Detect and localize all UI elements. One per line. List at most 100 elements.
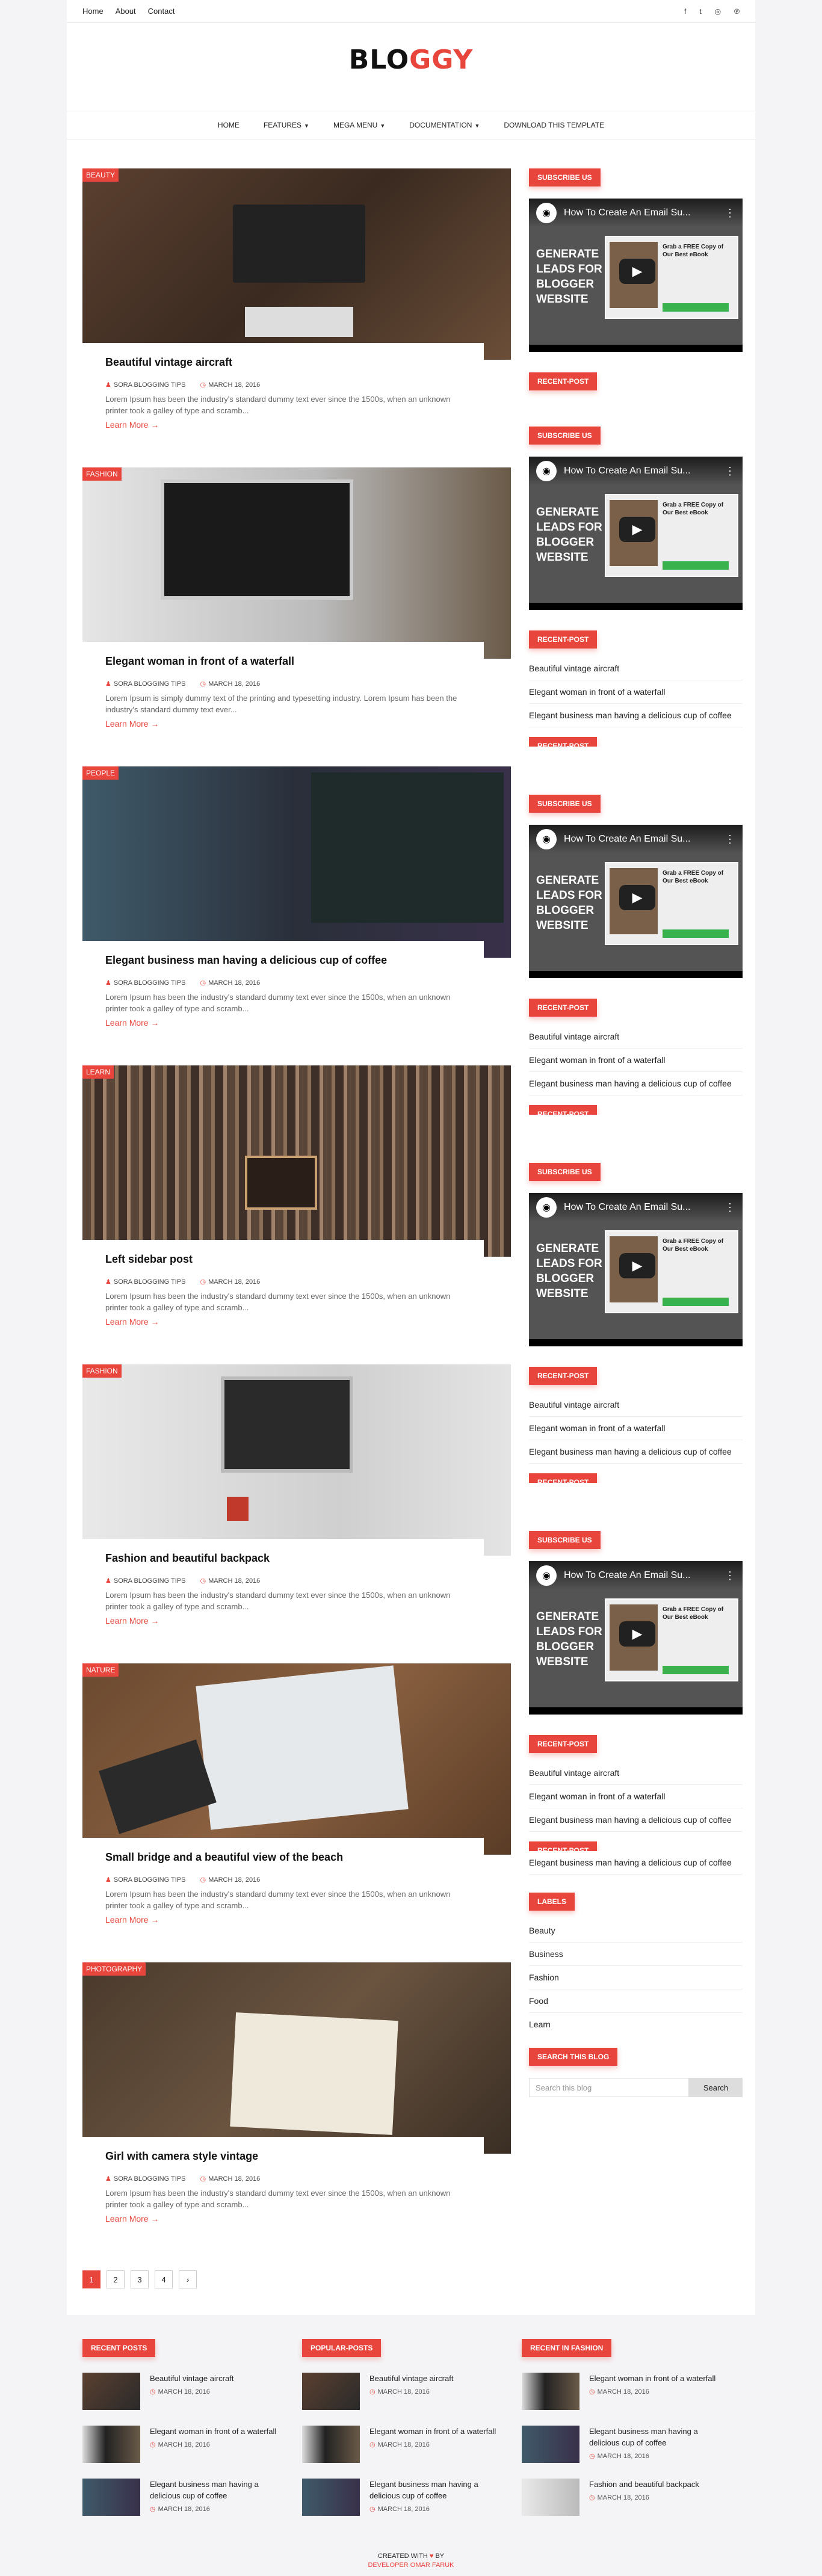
search-heading: SEARCH THIS BLOG bbox=[529, 2048, 618, 2066]
learn-more-link[interactable]: Learn More → bbox=[105, 2214, 159, 2223]
site-logo[interactable]: BLOGGY bbox=[67, 23, 755, 111]
more-vert-icon[interactable]: ⋮ bbox=[725, 207, 735, 220]
post-title[interactable]: Elegant woman in front of a waterfall bbox=[105, 655, 461, 668]
page-1[interactable]: 1 bbox=[82, 2270, 100, 2288]
post-thumbnail[interactable] bbox=[82, 1663, 511, 1855]
twitter-icon[interactable]: t bbox=[699, 7, 701, 16]
video-embed[interactable]: ◉ How To Create An Email Su... ⋮ GENERATE … bbox=[529, 1193, 743, 1346]
post-thumbnail[interactable] bbox=[82, 1065, 511, 1257]
recent-post-item[interactable]: Elegant business man having a delicious … bbox=[529, 1808, 743, 1832]
nav-item-mega-menu[interactable]: MEGA MENU ▼ bbox=[333, 121, 385, 129]
recent-post-item[interactable]: Beautiful vintage aircraft bbox=[529, 657, 743, 680]
recent-post-item[interactable]: Elegant business man having a delicious … bbox=[529, 704, 743, 727]
nav-label: FEATURES bbox=[263, 121, 302, 129]
post-tag[interactable]: BEAUTY bbox=[82, 168, 119, 182]
facebook-icon[interactable]: f bbox=[684, 7, 686, 16]
footer-item[interactable]: Elegant business man having a delicious … bbox=[522, 2426, 726, 2463]
learn-more-link[interactable]: Learn More → bbox=[105, 1018, 159, 1028]
video-embed[interactable]: ◉ How To Create An Email Su... ⋮ GENERATE … bbox=[529, 825, 743, 978]
recent-post-item[interactable]: Elegant woman in front of a waterfall bbox=[529, 1049, 743, 1072]
learn-more-link[interactable]: Learn More → bbox=[105, 1317, 159, 1327]
nav-item-documentation[interactable]: DOCUMENTATION ▼ bbox=[409, 121, 480, 129]
recent-post-item[interactable]: Elegant woman in front of a waterfall bbox=[529, 1785, 743, 1808]
nav-item-download[interactable]: DOWNLOAD THIS TEMPLATE bbox=[504, 121, 604, 129]
play-button-icon[interactable]: ▶ bbox=[619, 1253, 655, 1278]
post-tag[interactable]: PHOTOGRAPHY bbox=[82, 1962, 146, 1976]
recent-post-item[interactable]: Elegant business man having a delicious … bbox=[529, 1072, 743, 1095]
footer-thumb bbox=[82, 2426, 140, 2463]
recent-post-item[interactable]: Elegant woman in front of a waterfall bbox=[529, 680, 743, 704]
user-icon: ♟ bbox=[105, 979, 111, 987]
video-embed[interactable]: ◉ How To Create An Email Su... ⋮ GENERATE … bbox=[529, 457, 743, 610]
search-input[interactable]: Search this blog bbox=[529, 2078, 689, 2097]
search-button[interactable]: Search bbox=[689, 2078, 743, 2097]
post-tag[interactable]: FASHION bbox=[82, 467, 122, 481]
post-thumbnail[interactable] bbox=[82, 1364, 511, 1556]
post-title[interactable]: Girl with camera style vintage bbox=[105, 2150, 461, 2163]
label-item[interactable]: Food bbox=[529, 1989, 743, 2013]
post-tag[interactable]: NATURE bbox=[82, 1663, 119, 1677]
clock-icon: ◷ bbox=[369, 2506, 375, 2513]
page-3[interactable]: 3 bbox=[131, 2270, 149, 2288]
post-tag[interactable]: LEARN bbox=[82, 1065, 114, 1079]
footer-item[interactable]: Elegant business man having a delicious … bbox=[302, 2479, 507, 2516]
nav-item-features[interactable]: FEATURES ▼ bbox=[264, 121, 309, 129]
post-thumbnail[interactable] bbox=[82, 467, 511, 659]
learn-more-link[interactable]: Learn More → bbox=[105, 1616, 159, 1625]
play-button-icon[interactable]: ▶ bbox=[619, 885, 655, 910]
learn-more-link[interactable]: Learn More → bbox=[105, 420, 159, 430]
nav-item-home[interactable]: HOME bbox=[218, 121, 239, 129]
recent-post-item[interactable]: Elegant woman in front of a waterfall bbox=[529, 1417, 743, 1440]
more-vert-icon[interactable]: ⋮ bbox=[725, 1570, 735, 1582]
footer-thumb bbox=[302, 2373, 360, 2410]
play-button-icon[interactable]: ▶ bbox=[619, 1621, 655, 1647]
footer-item[interactable]: Fashion and beautiful backpack ◷ MARCH 18,… bbox=[522, 2479, 726, 2516]
more-vert-icon[interactable]: ⋮ bbox=[725, 833, 735, 846]
recent-post-item[interactable]: Elegant business man having a delicious … bbox=[529, 1440, 743, 1464]
post-title[interactable]: Fashion and beautiful backpack bbox=[105, 1552, 461, 1565]
recent-post-item[interactable]: Beautiful vintage aircraft bbox=[529, 1025, 743, 1049]
post-title[interactable]: Elegant business man having a delicious … bbox=[105, 954, 461, 967]
footer-item[interactable]: Beautiful vintage aircraft ◷ MARCH 18, 201… bbox=[302, 2373, 507, 2410]
page-4[interactable]: 4 bbox=[155, 2270, 173, 2288]
top-nav-about[interactable]: About bbox=[116, 7, 136, 16]
page-2[interactable]: 2 bbox=[107, 2270, 125, 2288]
video-embed[interactable]: ◉ How To Create An Email Su... ⋮ GENERATE … bbox=[529, 1561, 743, 1715]
footer-item[interactable]: Elegant woman in front of a waterfall ◷ MA… bbox=[522, 2373, 726, 2410]
play-button-icon[interactable]: ▶ bbox=[619, 517, 655, 542]
video-embed[interactable]: ◉ How To Create An Email Su... ⋮ GENERATE … bbox=[529, 199, 743, 352]
top-nav-home[interactable]: Home bbox=[82, 7, 104, 16]
more-vert-icon[interactable]: ⋮ bbox=[725, 1201, 735, 1214]
footer-item[interactable]: Elegant woman in front of a waterfall ◷ MA… bbox=[82, 2426, 287, 2463]
label-item[interactable]: Fashion bbox=[529, 1966, 743, 1989]
recent-post-item[interactable]: Beautiful vintage aircraft bbox=[529, 1393, 743, 1417]
pinterest-icon[interactable]: ℗ bbox=[734, 7, 740, 16]
post-tag[interactable]: FASHION bbox=[82, 1364, 122, 1378]
footer-item[interactable]: Elegant business man having a delicious … bbox=[82, 2479, 287, 2516]
post-thumbnail[interactable] bbox=[82, 766, 511, 958]
ebook-text: Grab a FREE Copy of Our Best eBook bbox=[663, 244, 724, 258]
next-page-button[interactable]: › bbox=[179, 2270, 197, 2288]
post-title[interactable]: Small bridge and a beautiful view of the… bbox=[105, 1851, 461, 1864]
learn-more-link[interactable]: Learn More → bbox=[105, 1915, 159, 1924]
footer-item[interactable]: Elegant woman in front of a waterfall ◷ MA… bbox=[302, 2426, 507, 2463]
learn-more-link[interactable]: Learn More → bbox=[105, 719, 159, 729]
post-card-body: Elegant business man having a delicious … bbox=[82, 941, 484, 1049]
label-item[interactable]: Business bbox=[529, 1943, 743, 1966]
post-title[interactable]: Beautiful vintage aircraft bbox=[105, 356, 461, 369]
label-item[interactable]: Beauty bbox=[529, 1919, 743, 1943]
post-thumbnail[interactable] bbox=[82, 168, 511, 360]
instagram-icon[interactable]: ◎ bbox=[715, 7, 721, 16]
post-title[interactable]: Left sidebar post bbox=[105, 1253, 461, 1266]
date-text: MARCH 18, 2016 bbox=[208, 1278, 261, 1286]
play-button-icon[interactable]: ▶ bbox=[619, 259, 655, 284]
footer-item[interactable]: Beautiful vintage aircraft ◷ MARCH 18, 201… bbox=[82, 2373, 287, 2410]
post-thumbnail[interactable] bbox=[82, 1962, 511, 2154]
more-vert-icon[interactable]: ⋮ bbox=[725, 465, 735, 478]
post-tag[interactable]: PEOPLE bbox=[82, 766, 119, 780]
recent-post-item[interactable]: Elegant business man having a delicious … bbox=[529, 1851, 743, 1875]
top-nav-contact[interactable]: Contact bbox=[148, 7, 175, 16]
label-item[interactable]: Learn bbox=[529, 2013, 743, 2036]
developer-link[interactable]: DEVELOPER OMAR FARUK bbox=[368, 2562, 454, 2569]
recent-post-item[interactable]: Beautiful vintage aircraft bbox=[529, 1761, 743, 1785]
